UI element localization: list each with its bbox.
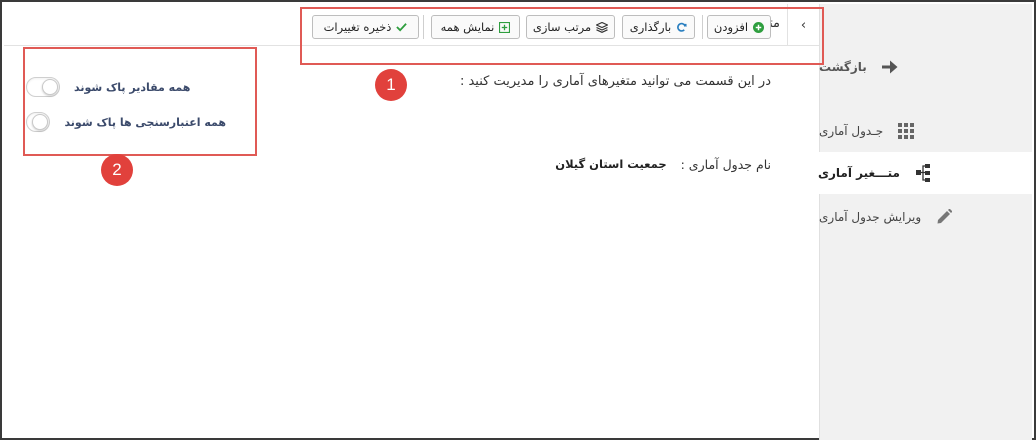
- annotation-badge-1: 1: [375, 69, 407, 101]
- sidebar-item-label: متـــغیر آماری: [818, 166, 900, 180]
- pencil-icon: [933, 209, 955, 225]
- sidebar-item-label: بازگشت: [819, 60, 867, 74]
- sidebar-item-edit-table[interactable]: ویرایش جدول آماری: [819, 196, 1032, 238]
- grid-icon: [895, 123, 917, 139]
- hierarchy-icon: [912, 164, 934, 182]
- sidebar: بازگشت جـدول آماری متـــغیر آماری ویرایش…: [818, 4, 1032, 440]
- arrow-right-icon: [879, 60, 901, 74]
- annotation-badge-2: 2: [101, 154, 133, 186]
- table-name-value: جمعیت استان گیلان: [555, 157, 667, 171]
- sidebar-item-label: جـدول آماری: [819, 124, 884, 138]
- sidebar-item-back[interactable]: بازگشت: [819, 46, 1032, 88]
- table-name-label: نام جدول آماری :: [680, 157, 771, 172]
- annotation-box-toggles: [23, 47, 257, 156]
- sidebar-item-label: ویرایش جدول آماری: [819, 210, 922, 224]
- annotation-box-toolbar: [300, 7, 824, 65]
- table-name-line: نام جدول آماری : جمعیت استان گیلان: [555, 157, 771, 172]
- app-frame: ‹ متغیر : افزودن بارگذاری مرتب سازی: [0, 0, 1036, 440]
- intro-text: در این قسمت می توانید متغیرهای آماری را …: [459, 74, 771, 89]
- sidebar-item-statistical-variable[interactable]: متـــغیر آماری: [818, 152, 1032, 194]
- sidebar-item-statistical-table[interactable]: جـدول آماری: [819, 110, 1032, 152]
